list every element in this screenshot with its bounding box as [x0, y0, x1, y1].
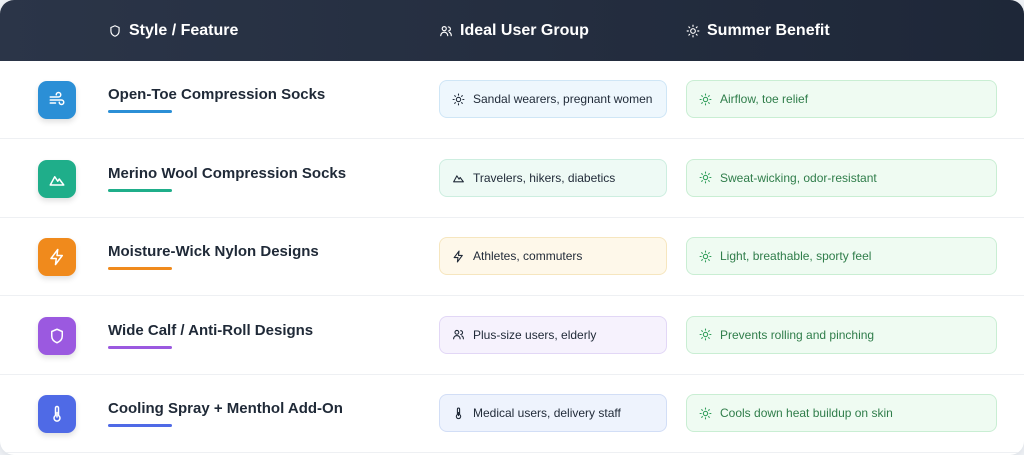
benefit-pill: Prevents rolling and pinching	[686, 315, 997, 354]
lightning-icon	[38, 238, 76, 276]
benefit-text: Light, breathable, sporty feel	[720, 249, 872, 263]
thermometer-icon	[38, 395, 76, 433]
user-group-pill: Medical users, delivery staff	[439, 394, 667, 432]
table-row: Moisture-Wick Nylon Designs Athletes, co…	[0, 218, 1024, 296]
title-underline	[108, 345, 172, 349]
user-group-pill: Plus-size users, elderly	[439, 315, 667, 354]
header-summer-benefit: Summer Benefit	[686, 0, 830, 61]
benefit-text: Cools down heat buildup on skin	[720, 406, 893, 420]
header-ideal-user-group: Ideal User Group	[439, 0, 589, 61]
mountain-icon	[452, 171, 465, 184]
benefit-text: Airflow, toe relief	[720, 92, 809, 106]
header-style-feature: Style / Feature	[108, 0, 238, 61]
header-label: Ideal User Group	[460, 21, 589, 39]
table-row: Wide Calf / Anti-Roll Designs Plus-size …	[0, 297, 1024, 375]
benefit-text: Sweat-wicking, odor-resistant	[720, 170, 877, 185]
sun-icon	[699, 328, 712, 341]
feature-title: Moisture-Wick Nylon Designs	[108, 243, 319, 260]
header-label: Summer Benefit	[707, 21, 830, 39]
table-header: Style / Feature Ideal User Group Summer …	[0, 0, 1024, 61]
shield-icon	[38, 316, 76, 355]
sun-icon	[699, 250, 712, 263]
title-underline	[108, 424, 172, 427]
sun-icon	[452, 93, 465, 106]
title-underline	[108, 110, 172, 113]
user-group-text: Plus-size users, elderly	[473, 327, 597, 342]
header-label: Style / Feature	[129, 21, 239, 39]
user-group-pill: Athletes, commuters	[439, 237, 667, 275]
lightning-icon	[452, 250, 465, 263]
user-group-text: Travelers, hikers, diabetics	[473, 170, 616, 185]
benefit-pill: Sweat-wicking, odor-resistant	[686, 158, 997, 197]
benefit-pill: Airflow, toe relief	[686, 80, 997, 118]
shield-icon	[108, 24, 122, 38]
mountain-icon	[38, 159, 76, 198]
thermometer-icon	[452, 407, 465, 420]
table-row: Cooling Spray + Menthol Add-On Medical u…	[0, 375, 1024, 453]
sun-icon	[699, 93, 712, 106]
table-row: Merino Wool Compression Socks Travelers,…	[0, 140, 1024, 218]
wind-icon	[38, 81, 76, 119]
users-icon	[439, 24, 453, 38]
feature-title: Wide Calf / Anti-Roll Designs	[108, 321, 314, 339]
title-underline	[108, 188, 172, 192]
users-icon	[452, 328, 465, 341]
benefit-pill: Cools down heat buildup on skin	[686, 394, 997, 432]
feature-title: Open-Toe Compression Socks	[108, 86, 326, 103]
title-underline	[108, 267, 172, 270]
feature-title: Cooling Spray + Menthol Add-On	[108, 400, 343, 417]
benefit-pill: Light, breathable, sporty feel	[686, 237, 997, 275]
user-group-pill: Sandal wearers, pregnant women	[439, 80, 667, 118]
feature-title: Merino Wool Compression Socks	[108, 164, 347, 182]
table-row: Open-Toe Compression Socks Sandal wearer…	[0, 61, 1024, 139]
comparison-table: Style / Feature Ideal User Group Summer …	[0, 0, 1024, 455]
benefit-text: Prevents rolling and pinching	[720, 327, 875, 342]
sun-icon	[699, 407, 712, 420]
sun-icon	[686, 24, 700, 38]
user-group-text: Medical users, delivery staff	[473, 406, 621, 420]
user-group-text: Sandal wearers, pregnant women	[473, 92, 653, 106]
user-group-pill: Travelers, hikers, diabetics	[439, 158, 667, 197]
user-group-text: Athletes, commuters	[473, 249, 583, 263]
sun-icon	[699, 171, 712, 184]
